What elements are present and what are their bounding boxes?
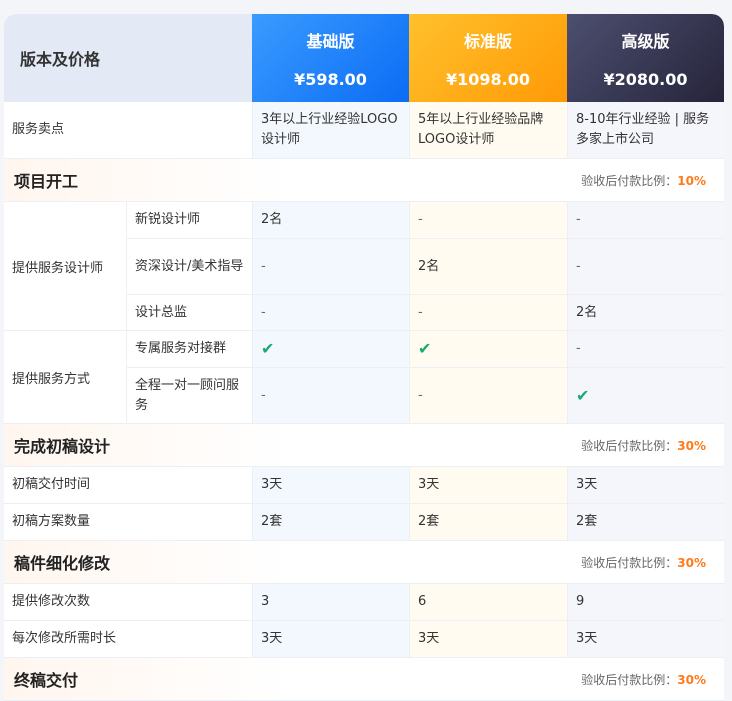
cell-value: 6 <box>409 584 567 620</box>
designers-group: 提供服务设计师 新锐设计师 2名 - - 资深设计/美术指导 - 2名 - 设计… <box>4 202 724 331</box>
cell-value: 3天 <box>252 467 409 503</box>
cell-value: 3天 <box>409 621 567 657</box>
section-title: 项目开工 <box>14 172 79 191</box>
payment-ratio: 验收后付款比例：30% <box>581 671 724 688</box>
header-row: 版本及价格 基础版 ¥598.00 标准版 ¥1098.00 高级版 ¥2080… <box>4 14 724 102</box>
ratio-value: 10% <box>677 173 706 188</box>
payment-ratio: 验收后付款比例：10% <box>581 172 724 189</box>
cell-value: 8-10年行业经验 | 服务多家上市公司 <box>567 102 724 158</box>
plan-name: 标准版 <box>463 31 512 51</box>
check-icon: ✔ <box>252 331 409 367</box>
plan-price: ¥598.00 <box>294 69 367 89</box>
plan-premium[interactable]: 高级版 ¥2080.00 <box>567 14 724 102</box>
table-row: 初稿方案数量 2套 2套 2套 <box>4 504 724 541</box>
method-group: 提供服务方式 专属服务对接群 ✔ ✔ - 全程一对一顾问服务 - - ✔ <box>4 331 724 424</box>
pricing-table: 版本及价格 基础版 ¥598.00 标准版 ¥1098.00 高级版 ¥2080… <box>4 14 724 701</box>
cell-value: 2名 <box>567 295 724 330</box>
sub-label: 专属服务对接群 <box>126 331 252 367</box>
section-title: 稿件细化修改 <box>14 554 111 573</box>
cell-value: - <box>252 368 409 423</box>
section-title: 完成初稿设计 <box>14 437 111 456</box>
sub-label: 新锐设计师 <box>126 202 252 238</box>
table-row: 每次修改所需时长 3天 3天 3天 <box>4 621 724 658</box>
cell-value: 2名 <box>252 202 409 238</box>
row-label: 每次修改所需时长 <box>12 631 117 646</box>
cell-value: - <box>252 239 409 294</box>
section-header: 完成初稿设计 验收后付款比例：30% <box>4 424 724 467</box>
table-row: 资深设计/美术指导 - 2名 - <box>126 239 724 295</box>
plan-price: ¥2080.00 <box>603 69 688 89</box>
plan-name: 基础版 <box>306 31 355 51</box>
plan-standard[interactable]: 标准版 ¥1098.00 <box>409 14 567 102</box>
ratio-label: 验收后付款比例： <box>581 438 678 453</box>
table-row: 设计总监 - - 2名 <box>126 295 724 330</box>
table-row: 提供修改次数 3 6 9 <box>4 584 724 621</box>
section-header: 稿件细化修改 验收后付款比例：30% <box>4 541 724 584</box>
cell-value: - <box>567 331 724 367</box>
payment-ratio: 验收后付款比例：30% <box>581 554 724 571</box>
ratio-label: 验收后付款比例： <box>581 173 678 188</box>
payment-ratio: 验收后付款比例：30% <box>581 437 724 454</box>
section-title: 终稿交付 <box>14 671 79 690</box>
cell-value: 2套 <box>252 504 409 540</box>
row-label: 服务卖点 <box>12 122 65 137</box>
cell-value: 3天 <box>567 467 724 503</box>
table-row: 全程一对一顾问服务 - - ✔ <box>126 368 724 423</box>
cell-value: - <box>252 295 409 330</box>
plan-price: ¥1098.00 <box>445 69 530 89</box>
cell-value: 5年以上行业经验品牌LOGO设计师 <box>409 102 567 158</box>
cell-value: 3天 <box>252 621 409 657</box>
cell-value: - <box>409 368 567 423</box>
ratio-label: 验收后付款比例： <box>581 672 678 687</box>
sub-label: 设计总监 <box>126 295 252 330</box>
plan-basic[interactable]: 基础版 ¥598.00 <box>252 14 409 102</box>
cell-value: 2套 <box>409 504 567 540</box>
table-row: 初稿交付时间 3天 3天 3天 <box>4 467 724 504</box>
selling-row: 服务卖点 3年以上行业经验LOGO设计师 5年以上行业经验品牌LOGO设计师 8… <box>4 102 724 159</box>
ratio-value: 30% <box>677 438 706 453</box>
ratio-value: 30% <box>677 672 706 687</box>
plan-name: 高级版 <box>621 31 670 51</box>
group-label: 提供服务设计师 <box>12 260 104 276</box>
cell-value: 3 <box>252 584 409 620</box>
cell-value: 3年以上行业经验LOGO设计师 <box>252 102 409 158</box>
table-row: 新锐设计师 2名 - - <box>126 202 724 239</box>
cell-value: 3天 <box>409 467 567 503</box>
sub-label: 全程一对一顾问服务 <box>126 368 252 423</box>
cell-value: - <box>409 202 567 238</box>
check-icon: ✔ <box>567 368 724 423</box>
row-label: 初稿交付时间 <box>12 477 91 492</box>
header-label: 版本及价格 <box>4 14 252 102</box>
cell-value: 2名 <box>409 239 567 294</box>
section-header: 终稿交付 验收后付款比例：30% <box>4 658 724 701</box>
cell-value: - <box>567 202 724 238</box>
group-label: 提供服务方式 <box>12 371 91 387</box>
row-label: 初稿方案数量 <box>12 514 91 529</box>
cell-value: - <box>567 239 724 294</box>
sub-label: 资深设计/美术指导 <box>126 239 252 294</box>
row-label: 提供修改次数 <box>12 594 91 609</box>
ratio-label: 验收后付款比例： <box>581 555 678 570</box>
cell-value: 2套 <box>567 504 724 540</box>
ratio-value: 30% <box>677 555 706 570</box>
check-icon: ✔ <box>409 331 567 367</box>
cell-value: - <box>409 295 567 330</box>
section-header: 项目开工 验收后付款比例：10% <box>4 159 724 202</box>
cell-value: 3天 <box>567 621 724 657</box>
cell-value: 9 <box>567 584 724 620</box>
table-row: 专属服务对接群 ✔ ✔ - <box>126 331 724 368</box>
